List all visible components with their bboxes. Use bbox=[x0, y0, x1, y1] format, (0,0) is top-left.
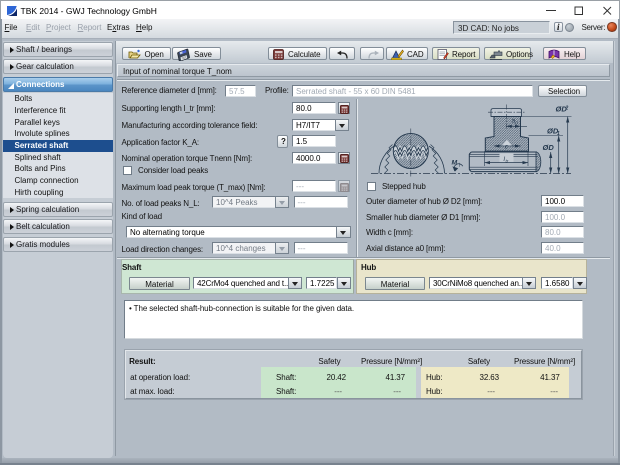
svg-text:0: 0 bbox=[515, 120, 518, 126]
svg-text:t: t bbox=[459, 162, 461, 168]
svg-text:ØD: ØD bbox=[543, 143, 555, 152]
svg-text:1: 1 bbox=[557, 131, 560, 137]
svg-text:2: 2 bbox=[565, 106, 569, 112]
svg-text:tr: tr bbox=[506, 159, 509, 164]
svg-text:M: M bbox=[452, 160, 458, 167]
